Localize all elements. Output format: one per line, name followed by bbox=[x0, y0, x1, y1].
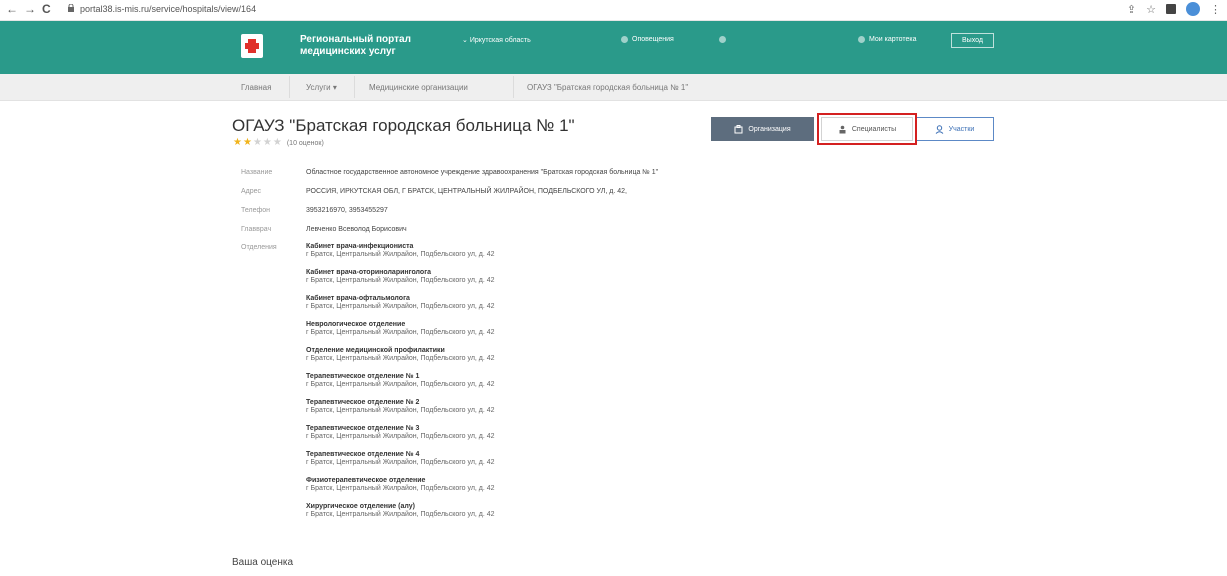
areas-label: Участки bbox=[948, 125, 975, 133]
name-value: Областное государственное автономное учр… bbox=[306, 169, 659, 176]
browser-actions: ⇪ ☆ ⋮ bbox=[1127, 2, 1221, 16]
list-item[interactable]: Кабинет врача-инфекциониста г Братск, Цен… bbox=[306, 243, 495, 259]
logo-cross-icon[interactable] bbox=[241, 34, 263, 58]
star-icon: ★ bbox=[242, 137, 252, 148]
list-item[interactable]: Отделение медицинской профилактики г Брат… bbox=[306, 347, 495, 363]
breadcrumb-divider bbox=[513, 76, 514, 98]
share-icon[interactable]: ⇪ bbox=[1127, 3, 1136, 16]
star-icon: ★ bbox=[262, 137, 272, 148]
reviews-count[interactable]: (10 оценок) bbox=[287, 140, 324, 147]
star-icon: ★ bbox=[233, 137, 242, 148]
areas-button[interactable]: Участки bbox=[915, 117, 994, 141]
list-item[interactable]: Терапевтическое отделение № 2г Братск, Ц… bbox=[306, 399, 495, 415]
list-item[interactable]: Кабинет врача-офтальмолога г Братск, Цент… bbox=[306, 295, 495, 311]
list-item[interactable]: Физиотерапевтическое отделение г Братск, … bbox=[306, 477, 495, 493]
address-label: Адрес bbox=[241, 188, 262, 195]
extension-icon[interactable] bbox=[1166, 4, 1176, 14]
list-item[interactable]: Терапевтическое отделение № 1г Братск, Ц… bbox=[306, 373, 495, 389]
address-value: РОССИЯ, ИРКУТСКАЯ ОБЛ, Г БРАТСК, ЦЕНТРАЛ… bbox=[306, 188, 627, 195]
address-bar[interactable]: portal38.is-mis.ru/service/hospitals/vie… bbox=[80, 4, 256, 14]
list-item[interactable]: Терапевтическое отделение № 4г Братск, Ц… bbox=[306, 451, 495, 467]
building-icon bbox=[734, 124, 743, 134]
site-header: Региональный портал медицинских услуг ⌄ … bbox=[0, 21, 1227, 74]
lock-icon bbox=[68, 4, 74, 12]
breadcrumb: Главная Услуги ▾ Медицинские организации… bbox=[0, 74, 1227, 101]
name-label: Название bbox=[241, 169, 273, 176]
user-menu[interactable] bbox=[719, 36, 726, 43]
region-selector[interactable]: ⌄ Иркутская область bbox=[462, 36, 531, 44]
highlight-annotation bbox=[817, 113, 917, 145]
page-title: ОГАУЗ "Братская городская больница № 1" bbox=[232, 116, 575, 135]
notifications-label: Оповещения bbox=[632, 36, 674, 43]
your-rating-title: Ваша оценка bbox=[232, 557, 294, 568]
profile-icon[interactable] bbox=[1186, 2, 1200, 16]
cards-link[interactable]: Мои картотека bbox=[858, 36, 917, 43]
breadcrumb-organizations[interactable]: Медицинские организации bbox=[369, 83, 468, 92]
phone-value: 3953216970, 3953455297 bbox=[306, 207, 388, 214]
menu-dots-icon[interactable]: ⋮ bbox=[1210, 3, 1221, 16]
chief-value: Левченко Всеволод Борисович bbox=[306, 226, 407, 233]
breadcrumb-services[interactable]: Услуги ▾ bbox=[306, 83, 337, 92]
list-item[interactable]: Кабинет врача-оториноларинголога г Братск… bbox=[306, 269, 495, 285]
region-label: Иркутская область bbox=[469, 37, 531, 44]
phone-label: Телефон bbox=[241, 207, 271, 214]
departments-label: Отделения bbox=[241, 244, 277, 251]
reload-icon[interactable]: C bbox=[42, 2, 51, 16]
person-pin-icon bbox=[935, 124, 944, 134]
cards-label: Мои картотека bbox=[869, 36, 917, 43]
list-item[interactable]: Неврологическое отделение г Братск, Центр… bbox=[306, 321, 495, 337]
browser-toolbar: ← → C portal38.is-mis.ru/service/hospita… bbox=[0, 0, 1227, 21]
chevron-down-icon: ⌄ bbox=[462, 37, 468, 44]
star-icon: ★ bbox=[252, 137, 262, 148]
cards-icon bbox=[858, 36, 865, 43]
chief-label: Главврач bbox=[241, 226, 272, 233]
breadcrumb-current: ОГАУЗ "Братская городская больница № 1" bbox=[527, 83, 689, 92]
breadcrumb-home[interactable]: Главная bbox=[241, 83, 271, 92]
notification-icon bbox=[621, 36, 628, 43]
back-icon[interactable]: ← bbox=[6, 2, 18, 16]
organization-button[interactable]: Организация bbox=[711, 117, 814, 141]
list-item[interactable]: Хирургическое отделение (алу) г Братск, Ц… bbox=[306, 503, 495, 519]
breadcrumb-divider bbox=[354, 76, 355, 98]
rating-stars: ★ ★ ★ ★ ★ (10 оценок) bbox=[233, 138, 324, 148]
list-item[interactable]: Терапевтическое отделение № 3г Братск, Ц… bbox=[306, 425, 495, 441]
portal-title[interactable]: Региональный портал медицинских услуг bbox=[300, 34, 430, 58]
logout-button[interactable]: Выход bbox=[951, 33, 994, 48]
bookmark-star-icon[interactable]: ☆ bbox=[1146, 3, 1156, 16]
notifications-link[interactable]: Оповещения bbox=[621, 36, 674, 43]
user-icon bbox=[719, 36, 726, 43]
organization-label: Организация bbox=[748, 125, 791, 133]
forward-icon[interactable]: → bbox=[24, 2, 36, 16]
star-icon: ★ bbox=[272, 137, 282, 148]
breadcrumb-divider bbox=[289, 76, 290, 98]
